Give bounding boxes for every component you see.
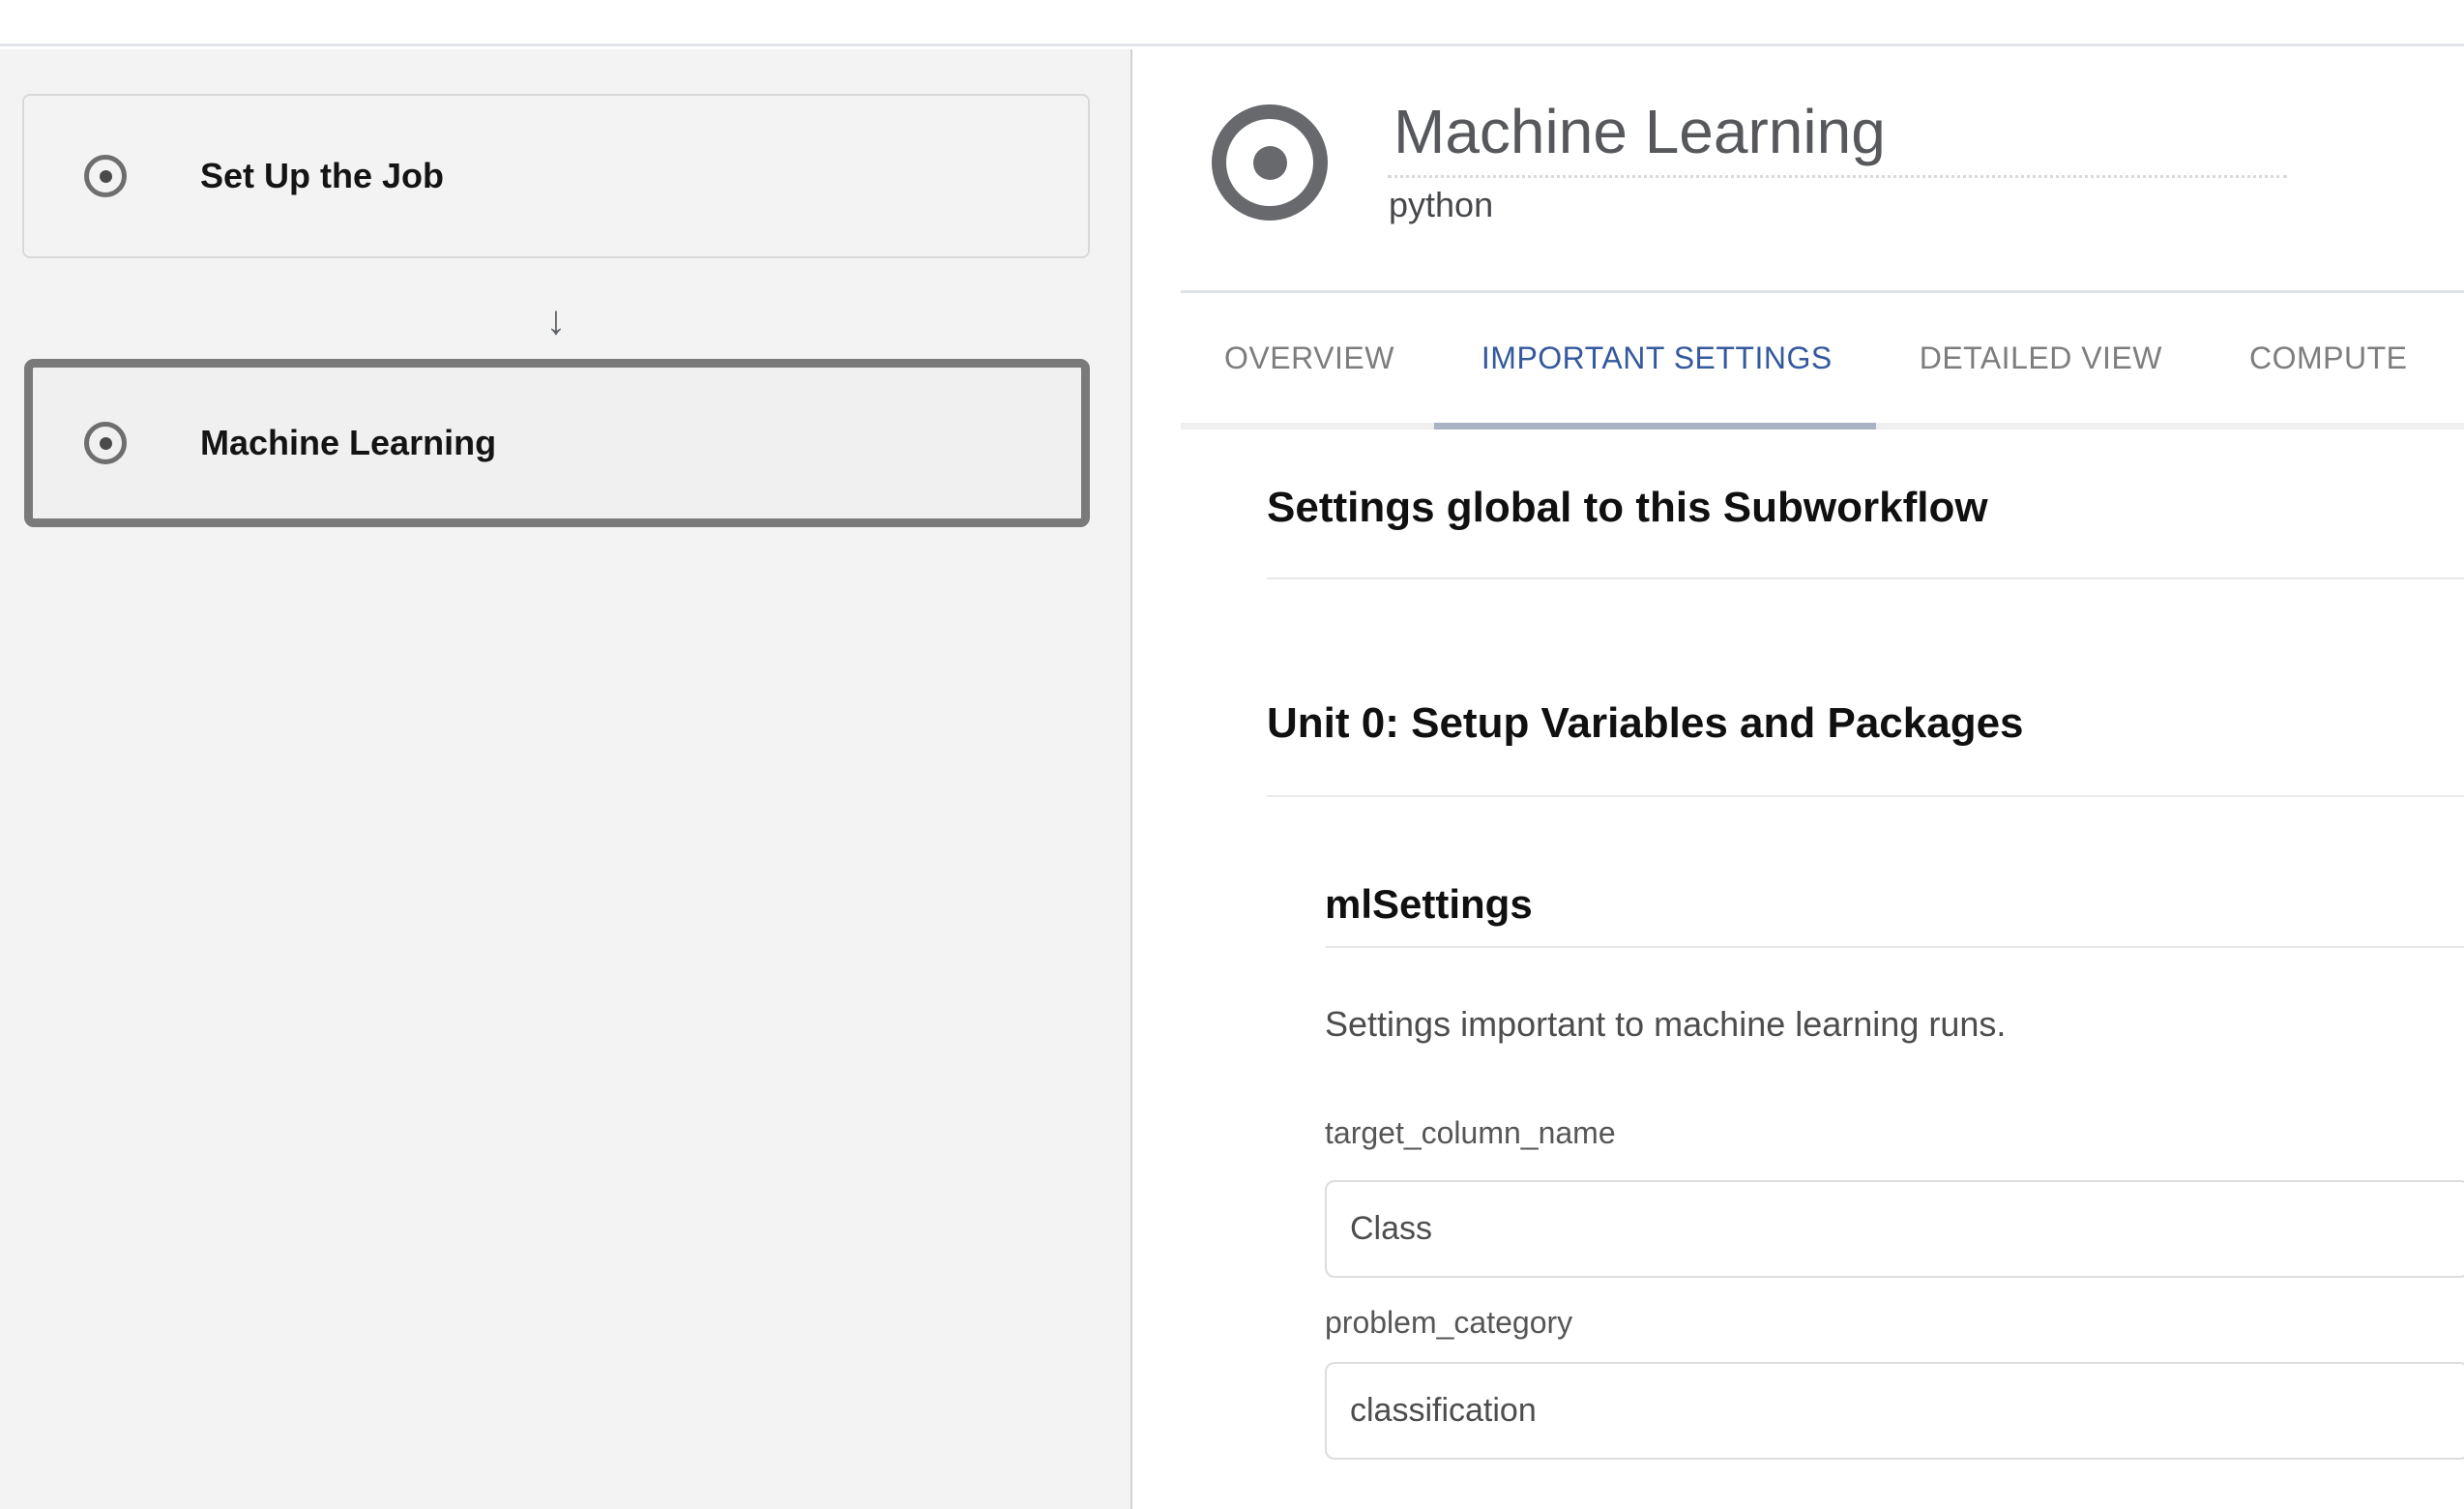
- section-title-global-settings: Settings global to this Subworkflow: [1267, 485, 1988, 531]
- tab-overview[interactable]: OVERVIEW: [1181, 340, 1438, 376]
- tab-detailed-view[interactable]: DETAILED VIEW: [1876, 340, 2206, 376]
- group-divider: [1325, 946, 2464, 948]
- field-label-problem-category: problem_category: [1325, 1305, 1572, 1340]
- detail-panel: Machine Learning python OVERVIEW IMPORTA…: [1134, 49, 2464, 1509]
- step-label: Set Up the Job: [200, 156, 444, 196]
- target-circle-icon: [1212, 104, 1328, 221]
- tab-compute[interactable]: COMPUTE: [2206, 340, 2451, 376]
- settings-group-title: mlSettings: [1325, 882, 1533, 927]
- workflow-step-set-up-the-job[interactable]: Set Up the Job: [22, 94, 1090, 258]
- settings-group-description: Settings important to machine learning r…: [1325, 1005, 2006, 1044]
- workflow-step-machine-learning[interactable]: Machine Learning: [24, 359, 1090, 527]
- section-title-unit-0: Unit 0: Setup Variables and Packages: [1267, 700, 2024, 747]
- page-subtitle: python: [1389, 188, 1493, 222]
- radio-icon: [84, 422, 127, 464]
- radio-dot-icon: [100, 437, 112, 450]
- step-label: Machine Learning: [200, 423, 496, 463]
- active-tab-indicator: [1434, 423, 1876, 429]
- radio-icon: [84, 155, 127, 197]
- workflow-panel: Set Up the Job ↓ Machine Learning: [0, 49, 1132, 1509]
- page-title[interactable]: Machine Learning: [1393, 101, 1886, 163]
- problem-category-input[interactable]: [1325, 1362, 2464, 1460]
- title-dotted-underline: [1388, 175, 2287, 178]
- tab-important-settings[interactable]: IMPORTANT SETTINGS: [1438, 340, 1876, 376]
- tab-bar: OVERVIEW IMPORTANT SETTINGS DETAILED VIE…: [1181, 293, 2464, 423]
- flow-down-arrow-icon: ↓: [0, 281, 1112, 359]
- top-toolbar: [0, 0, 2464, 46]
- radio-dot-icon: [100, 170, 112, 183]
- target-circle-dot-icon: [1253, 146, 1287, 180]
- field-label-target-column-name: target_column_name: [1325, 1115, 1616, 1150]
- section-divider: [1267, 795, 2464, 797]
- target-column-name-input[interactable]: [1325, 1180, 2464, 1278]
- section-divider: [1267, 577, 2464, 579]
